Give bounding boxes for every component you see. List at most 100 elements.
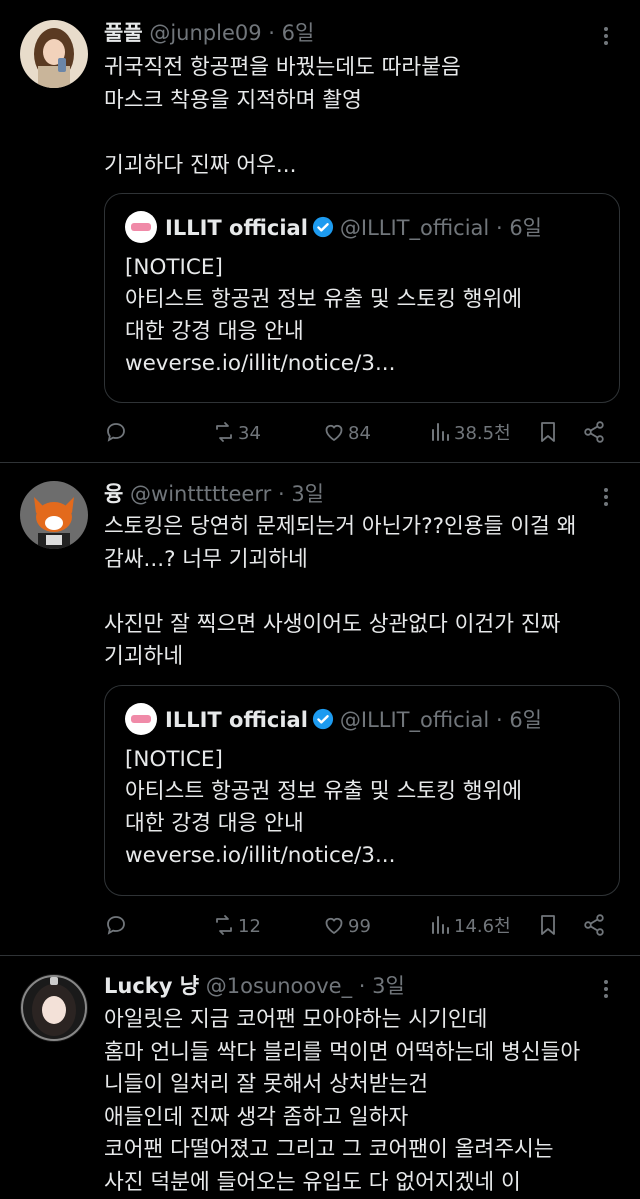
tweet-line: 니들이 일처리 잘 못해서 상처받는건 bbox=[104, 1072, 429, 1097]
avatar-image bbox=[20, 974, 88, 1042]
reply-button[interactable] bbox=[104, 912, 128, 942]
verified-badge-icon bbox=[312, 708, 333, 730]
views-chart-icon bbox=[432, 916, 449, 934]
tweet-line: 애들인데 진짜 생각 좀하고 일하자 bbox=[104, 1104, 409, 1130]
quoted-header: ILLIT official @ILLIT_official · 6일 bbox=[125, 211, 542, 244]
illit-logo-icon bbox=[125, 211, 157, 243]
avatar[interactable] bbox=[20, 481, 88, 549]
quoted-timestamp: 6일 bbox=[509, 708, 542, 732]
share-button[interactable] bbox=[582, 419, 606, 449]
more-options-icon[interactable] bbox=[594, 24, 618, 48]
view-count: 38.5천 bbox=[454, 423, 511, 444]
more-options-icon[interactable] bbox=[594, 485, 618, 509]
views-button[interactable]: 14.6천 bbox=[428, 912, 511, 942]
avatar[interactable] bbox=[20, 974, 88, 1042]
bookmark-button[interactable] bbox=[536, 912, 560, 942]
retweet-button[interactable]: 34 bbox=[212, 419, 261, 449]
tweet-line: 코어팬 다떨어졌고 그리고 그 코어팬이 올려주시는 bbox=[104, 1137, 554, 1162]
quoted-timestamp: 6일 bbox=[509, 216, 542, 240]
tweet-line: 기괴하네 bbox=[104, 644, 184, 669]
tweet-text: 아일릿은 지금 코어팬 모아야하는 시기인데 홈마 언니들 싹다 블리를 먹이면… bbox=[104, 1004, 616, 1199]
tweet-header: 풀풀 @junple09 · 6일 bbox=[104, 18, 314, 48]
quoted-handle: @ILLIT_official bbox=[339, 216, 490, 240]
heart-icon bbox=[325, 917, 343, 935]
quoted-line: [NOTICE] bbox=[125, 255, 223, 280]
reply-icon bbox=[107, 916, 125, 935]
heart-icon bbox=[325, 424, 343, 442]
tweet-line: 기괴하다 진짜 어우... bbox=[104, 152, 297, 178]
like-count: 84 bbox=[348, 423, 371, 444]
like-button[interactable]: 99 bbox=[322, 912, 371, 942]
timestamp[interactable]: 6일 bbox=[282, 21, 315, 45]
reply-icon bbox=[107, 423, 125, 442]
quoted-text: [NOTICE] 아티스트 항공권 정보 유출 및 스토킹 행위에 대한 강경 … bbox=[125, 744, 522, 872]
avatar-image bbox=[20, 481, 88, 549]
views-button[interactable]: 38.5천 bbox=[428, 419, 511, 449]
tweet-header: Lucky 냥 @1osunoove_ · 3일 bbox=[104, 971, 405, 1001]
quoted-line: 아티스트 항공권 정보 유출 및 스토킹 행위에 bbox=[125, 287, 523, 312]
tweet-line: 마스크 착용을 지적하며 촬영 bbox=[104, 87, 362, 113]
share-icon bbox=[584, 421, 604, 443]
like-button[interactable]: 84 bbox=[322, 419, 371, 449]
view-count: 14.6천 bbox=[454, 916, 511, 937]
tweet-line: 홈마 언니들 싹다 블리를 먹이면 어떡하는데 병신들아 bbox=[104, 1039, 581, 1065]
avatar-image bbox=[20, 20, 88, 88]
tweet[interactable]: Lucky 냥 @1osunoove_ · 3일 아일릿은 지금 코어팬 모아야… bbox=[0, 956, 640, 1199]
tweet-line: 스토킹은 당연히 문제되는거 아닌가??인용들 이걸 왜 bbox=[104, 514, 577, 539]
separator-dot: · bbox=[358, 974, 366, 998]
quoted-link[interactable]: weverse.io/illit/notice/3... bbox=[125, 840, 522, 872]
tweet-line: 귀국직전 항공편을 바꿨는데도 따라붙음 bbox=[104, 55, 461, 80]
quoted-line: [NOTICE] bbox=[125, 747, 223, 772]
retweet-count: 34 bbox=[238, 423, 261, 444]
tweet-line: 사진만 잘 찍으면 사생이어도 상관없다 이건가 진짜 bbox=[104, 611, 561, 637]
retweet-icon bbox=[216, 915, 232, 935]
tweet-line: 사진 덕분에 들어오는 유입도 다 없어지겠네 이 bbox=[104, 1169, 521, 1195]
quoted-text: [NOTICE] 아티스트 항공권 정보 유출 및 스토킹 행위에 대한 강경 … bbox=[125, 252, 522, 380]
separator-dot: · bbox=[277, 482, 285, 506]
verified-badge-icon bbox=[312, 216, 333, 238]
share-button[interactable] bbox=[582, 912, 606, 942]
bookmark-button[interactable] bbox=[536, 419, 560, 449]
avatar[interactable] bbox=[20, 20, 88, 88]
quoted-display-name: ILLIT official bbox=[165, 708, 308, 732]
separator-dot: · bbox=[495, 216, 503, 240]
quoted-tweet[interactable]: ILLIT official @ILLIT_official · 6일 [NOTI… bbox=[104, 685, 620, 896]
quoted-tweet[interactable]: ILLIT official @ILLIT_official · 6일 [NOTI… bbox=[104, 193, 620, 403]
tweet-line: 아일릿은 지금 코어팬 모아야하는 시기인데 bbox=[104, 1007, 488, 1032]
quoted-link[interactable]: weverse.io/illit/notice/3... bbox=[125, 348, 522, 380]
separator-dot: · bbox=[495, 708, 503, 732]
like-count: 99 bbox=[348, 916, 371, 937]
action-bar: 12 99 14.6천 bbox=[104, 912, 616, 942]
display-name[interactable]: 융 bbox=[104, 482, 123, 506]
tweet-header: 융 @winttttteerr · 3일 bbox=[104, 479, 324, 509]
user-handle[interactable]: @junple09 bbox=[149, 21, 261, 45]
quoted-line: 대한 강경 대응 안내 bbox=[125, 811, 304, 836]
more-options-icon[interactable] bbox=[594, 977, 618, 1001]
tweet[interactable]: 풀풀 @junple09 · 6일 귀국직전 항공편을 바꿨는데도 따라붙음 마… bbox=[0, 0, 640, 463]
retweet-icon bbox=[216, 422, 232, 442]
retweet-button[interactable]: 12 bbox=[212, 912, 261, 942]
user-handle[interactable]: @winttttteerr bbox=[130, 482, 271, 506]
timestamp[interactable]: 3일 bbox=[372, 974, 405, 998]
separator-dot: · bbox=[268, 21, 275, 45]
retweet-count: 12 bbox=[238, 916, 261, 937]
bookmark-icon bbox=[541, 422, 555, 442]
user-handle[interactable]: @1osunoove_ bbox=[206, 974, 352, 998]
tweet-text: 스토킹은 당연히 문제되는거 아닌가??인용들 이걸 왜 감싸...? 너무 기… bbox=[104, 511, 616, 674]
illit-logo-icon bbox=[125, 703, 157, 735]
quoted-header: ILLIT official @ILLIT_official · 6일 bbox=[125, 703, 542, 736]
display-name[interactable]: 풀풀 bbox=[104, 21, 143, 45]
timestamp[interactable]: 3일 bbox=[291, 482, 324, 506]
tweet-line: 감싸...? 너무 기괴하네 bbox=[104, 546, 308, 572]
quoted-handle: @ILLIT_official bbox=[339, 708, 490, 732]
tweet[interactable]: 융 @winttttteerr · 3일 스토킹은 당연히 문제되는거 아닌가?… bbox=[0, 463, 640, 956]
quoted-line: 대한 강경 대응 안내 bbox=[125, 319, 304, 344]
bookmark-icon bbox=[541, 915, 555, 935]
quoted-display-name: ILLIT official bbox=[165, 216, 308, 240]
share-icon bbox=[584, 914, 604, 936]
views-chart-icon bbox=[432, 423, 449, 441]
display-name[interactable]: Lucky 냥 bbox=[104, 974, 199, 998]
reply-button[interactable] bbox=[104, 419, 128, 449]
action-bar: 34 84 38.5천 bbox=[104, 419, 616, 449]
